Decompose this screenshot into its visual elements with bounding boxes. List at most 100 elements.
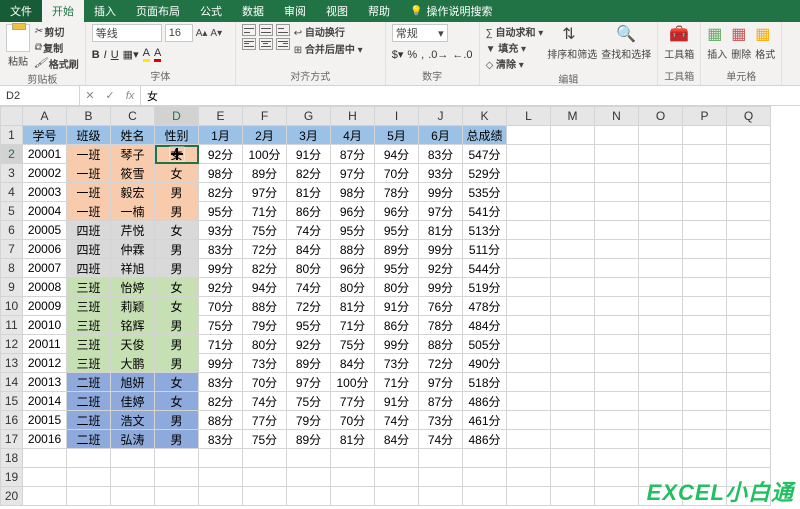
cell[interactable]: 20009	[23, 297, 67, 316]
cell[interactable]: 芹悦	[111, 221, 155, 240]
cell[interactable]: 461分	[463, 411, 507, 430]
cell[interactable]	[507, 202, 551, 221]
cell[interactable]: 82分	[199, 392, 243, 411]
cell[interactable]	[507, 164, 551, 183]
cell[interactable]	[551, 145, 595, 164]
cell[interactable]: 97分	[331, 164, 375, 183]
cell[interactable]	[551, 373, 595, 392]
cell[interactable]	[67, 487, 111, 506]
cell[interactable]	[595, 506, 639, 507]
cell[interactable]	[683, 202, 727, 221]
cell[interactable]: 三班	[67, 297, 111, 316]
cell[interactable]: 93分	[199, 221, 243, 240]
cell[interactable]: 毅宏	[111, 183, 155, 202]
cancel-icon[interactable]: ✕	[80, 89, 100, 102]
formula-input[interactable]: 女	[141, 86, 800, 105]
fill-button[interactable]: ▼ 填充 ▾	[486, 40, 544, 55]
cell[interactable]	[727, 164, 771, 183]
cell[interactable]: 天俊	[111, 335, 155, 354]
column-header[interactable]: H	[331, 107, 375, 126]
cell[interactable]: 二班	[67, 411, 111, 430]
cell[interactable]: 87分	[419, 392, 463, 411]
cell[interactable]: 99分	[199, 259, 243, 278]
cell[interactable]	[243, 506, 287, 507]
cell[interactable]	[375, 487, 419, 506]
cell[interactable]	[727, 354, 771, 373]
cell[interactable]	[375, 506, 419, 507]
cell[interactable]	[155, 506, 199, 507]
cell[interactable]: 544分	[463, 259, 507, 278]
cell[interactable]: 99分	[419, 183, 463, 202]
cell[interactable]	[199, 487, 243, 506]
cell[interactable]: 男	[155, 183, 199, 202]
cell[interactable]	[727, 392, 771, 411]
cell[interactable]	[507, 449, 551, 468]
cell[interactable]	[683, 221, 727, 240]
cell[interactable]: 89分	[375, 240, 419, 259]
cell[interactable]: 75分	[243, 430, 287, 449]
column-header[interactable]: G	[287, 107, 331, 126]
cell[interactable]	[683, 316, 727, 335]
cell[interactable]: 84分	[375, 430, 419, 449]
cell[interactable]	[727, 316, 771, 335]
font-name-select[interactable]: 等线	[92, 24, 162, 42]
cell[interactable]	[639, 392, 683, 411]
cell[interactable]	[111, 449, 155, 468]
cell[interactable]: 88分	[331, 240, 375, 259]
column-header[interactable]: J	[419, 107, 463, 126]
cell[interactable]	[727, 221, 771, 240]
cell[interactable]: 82分	[199, 183, 243, 202]
cell[interactable]	[67, 449, 111, 468]
row-header[interactable]: 6	[1, 221, 23, 240]
cell[interactable]: 73分	[419, 411, 463, 430]
cell[interactable]: 92分	[199, 145, 243, 164]
cell[interactable]: 女	[155, 145, 199, 164]
row-header[interactable]: 21	[1, 506, 23, 507]
confirm-icon[interactable]: ✓	[100, 89, 120, 102]
cell[interactable]: 75分	[331, 335, 375, 354]
cell[interactable]	[507, 373, 551, 392]
cell[interactable]	[595, 164, 639, 183]
tab-data[interactable]: 数据	[232, 0, 274, 22]
align-middle-button[interactable]	[259, 24, 273, 36]
cell[interactable]: 81分	[419, 221, 463, 240]
sort-filter-button[interactable]: ⇅排序和筛选	[547, 24, 597, 61]
cell[interactable]	[551, 430, 595, 449]
header-cell[interactable]: 2月	[243, 126, 287, 145]
cell[interactable]: 86分	[375, 316, 419, 335]
cell[interactable]: 20014	[23, 392, 67, 411]
cell[interactable]: 535分	[463, 183, 507, 202]
cell[interactable]: 490分	[463, 354, 507, 373]
fx-icon[interactable]: fx	[120, 90, 140, 102]
cell[interactable]: 仲霖	[111, 240, 155, 259]
cell[interactable]: 541分	[463, 202, 507, 221]
cell[interactable]	[155, 487, 199, 506]
cell[interactable]	[111, 468, 155, 487]
cell[interactable]: 20007	[23, 259, 67, 278]
cell[interactable]: 95分	[375, 221, 419, 240]
cell[interactable]	[199, 468, 243, 487]
cell[interactable]: 91分	[375, 392, 419, 411]
cell[interactable]: 20010	[23, 316, 67, 335]
header-cell[interactable]: 班级	[67, 126, 111, 145]
row-header[interactable]: 4	[1, 183, 23, 202]
cell[interactable]: 男	[155, 411, 199, 430]
cell[interactable]: 513分	[463, 221, 507, 240]
cell[interactable]	[507, 126, 551, 145]
row-header[interactable]: 15	[1, 392, 23, 411]
cell[interactable]: 97分	[419, 202, 463, 221]
cell[interactable]	[683, 354, 727, 373]
decrease-font-button[interactable]: A▾	[210, 28, 222, 39]
cell[interactable]	[595, 411, 639, 430]
cell[interactable]: 77分	[243, 411, 287, 430]
cell[interactable]	[331, 506, 375, 507]
column-header[interactable]: K	[463, 107, 507, 126]
cell[interactable]: 99分	[419, 240, 463, 259]
toolbox-button[interactable]: 🧰工具箱	[664, 24, 694, 61]
cell[interactable]: 99分	[199, 354, 243, 373]
cell[interactable]	[287, 487, 331, 506]
cell[interactable]	[683, 430, 727, 449]
header-cell[interactable]: 姓名	[111, 126, 155, 145]
cell[interactable]: 99分	[419, 278, 463, 297]
cell[interactable]	[331, 449, 375, 468]
